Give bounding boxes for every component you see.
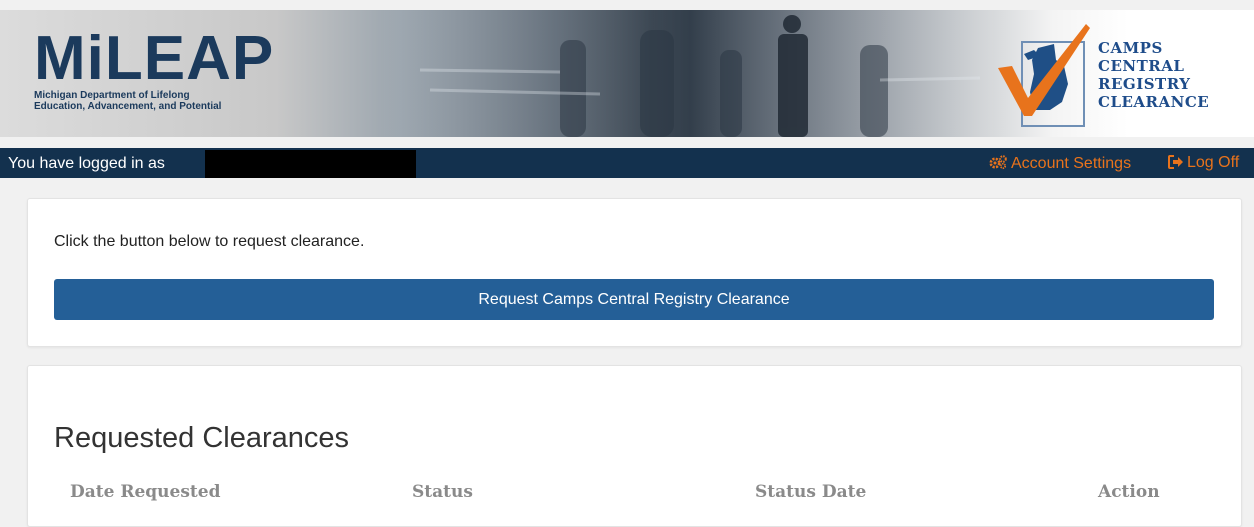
log-off-link[interactable]: Log Off: [1168, 154, 1239, 172]
logged-in-label: You have logged in as: [8, 155, 165, 172]
program-logo-line: REGISTRY: [1098, 75, 1191, 93]
request-instruction-text: Click the button below to request cleara…: [54, 233, 365, 250]
account-settings-link[interactable]: Account Settings: [988, 154, 1131, 173]
header-banner: MiLEAP Michigan Department of Lifelong E…: [0, 10, 1254, 137]
gears-icon: [989, 155, 1007, 170]
mileap-wordmark: MiLEAP: [34, 24, 275, 93]
request-clearance-button[interactable]: Request Camps Central Registry Clearance: [54, 279, 1214, 320]
request-clearance-card: Click the button below to request cleara…: [27, 198, 1242, 347]
column-header-status: Status: [412, 482, 473, 502]
sign-out-icon: [1168, 155, 1183, 169]
mileap-logo: MiLEAP Michigan Department of Lifelong E…: [34, 24, 275, 113]
account-settings-label: Account Settings: [1011, 155, 1132, 172]
requested-clearances-title: Requested Clearances: [54, 422, 350, 454]
log-off-label: Log Off: [1187, 154, 1240, 171]
camps-central-registry-clearance-logo: CAMPS CENTRAL REGISTRY CLEARANCE: [1098, 39, 1209, 111]
program-logo-line: CLEARANCE: [1098, 93, 1210, 111]
michigan-checkmark-icon: [998, 24, 1090, 127]
redacted-username: [205, 150, 416, 178]
column-header-action: Action: [1098, 482, 1160, 502]
program-logo-line: CAMPS: [1098, 39, 1163, 57]
requested-clearances-card: Requested Clearances Date Requested Stat…: [27, 365, 1242, 527]
login-bar: You have logged in as Account Settings L…: [0, 148, 1254, 178]
program-logo-line: CENTRAL: [1098, 57, 1185, 75]
column-header-date-requested: Date Requested: [70, 482, 221, 502]
department-name-line2: Education, Advancement, and Potential: [34, 101, 222, 112]
column-header-status-date: Status Date: [755, 482, 867, 502]
